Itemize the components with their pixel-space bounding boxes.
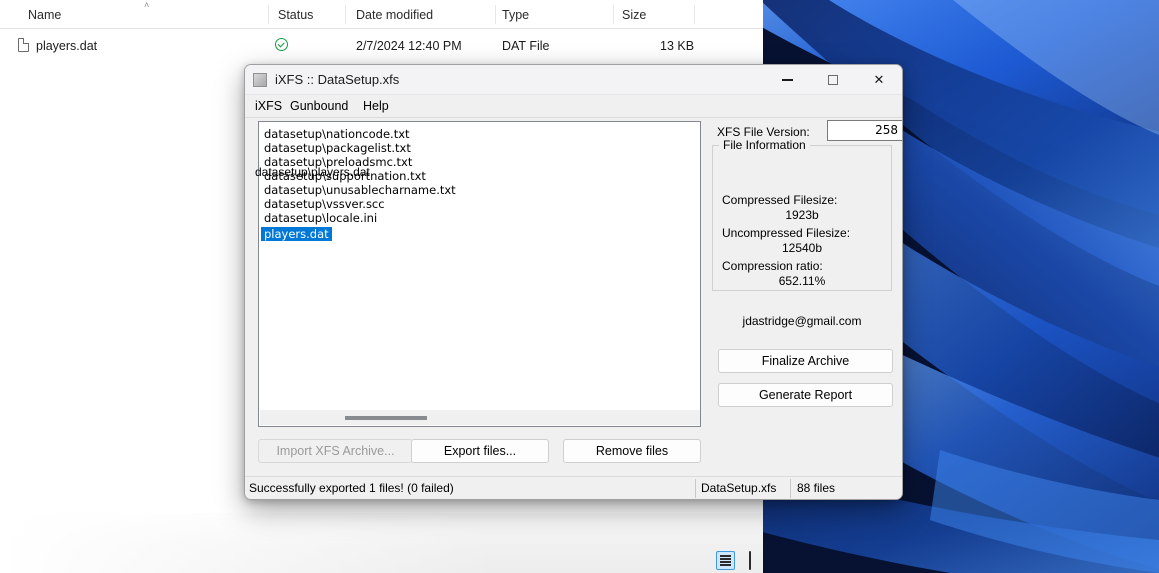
fileinfo-filename: datasetup\players.dat — [255, 165, 370, 179]
column-header-name[interactable]: Name — [28, 8, 61, 22]
finalize-archive-button[interactable]: Finalize Archive — [718, 349, 893, 373]
dialog-menu-bar[interactable]: iXFS Gunbound Help — [245, 95, 902, 118]
menu-item-help[interactable]: Help — [359, 99, 393, 113]
menu-item-gunbound[interactable]: Gunbound — [286, 99, 352, 113]
close-button[interactable]: ✕ — [856, 65, 902, 95]
sort-ascending-icon[interactable]: ˄ — [144, 1, 149, 10]
version-input[interactable]: 258 — [827, 120, 902, 141]
explorer-status-bar — [0, 513, 763, 573]
list-item[interactable]: datasetup\vssver.scc — [261, 197, 700, 211]
column-header-size[interactable]: Size — [622, 8, 646, 22]
status-divider — [790, 479, 791, 498]
large-icons-view-button[interactable] — [740, 550, 759, 570]
export-files-button[interactable]: Export files... — [411, 439, 549, 463]
scrollbar-thumb[interactable] — [345, 416, 427, 420]
dialog-status-bar: Successfully exported 1 files! (0 failed… — [245, 476, 902, 499]
screen: ˄ Name Status Date modified Type Size pl… — [0, 0, 1159, 573]
explorer-column-header: ˄ Name Status Date modified Type Size — [0, 0, 763, 29]
maximize-icon — [828, 75, 838, 85]
fileinfo-label-compressed: Compressed Filesize: — [722, 193, 838, 207]
dialog-title-bar[interactable]: iXFS :: DataSetup.xfs ✕ — [245, 65, 902, 95]
table-row[interactable]: players.dat 2/7/2024 12:40 PM DAT File 1… — [0, 33, 763, 61]
status-divider — [695, 479, 696, 498]
column-header-status[interactable]: Status — [278, 8, 313, 22]
fileinfo-value-uncompressed: 12540b — [781, 241, 823, 255]
cell-date: 2/7/2024 12:40 PM — [356, 39, 462, 53]
fileinfo-value-ratio: 652.11% — [778, 274, 826, 288]
column-divider[interactable] — [613, 5, 614, 24]
cell-name: players.dat — [36, 39, 98, 53]
fileinfo-value-compressed: 1923b — [785, 208, 819, 222]
list-item[interactable]: datasetup\locale.ini — [261, 211, 700, 225]
file-information-legend: File Information — [719, 138, 810, 152]
details-view-icon — [720, 555, 731, 566]
large-icons-view-icon — [748, 550, 751, 570]
cell-type: DAT File — [502, 39, 550, 53]
status-archive-name: DataSetup.xfs — [701, 481, 777, 495]
status-bar-fade — [0, 513, 500, 573]
list-item[interactable]: datasetup\packagelist.txt — [261, 141, 700, 155]
sync-complete-icon — [275, 38, 288, 51]
cell-size: 13 KB — [660, 39, 695, 53]
fileinfo-label-uncompressed: Uncompressed Filesize: — [722, 226, 851, 240]
column-divider[interactable] — [495, 5, 496, 24]
horizontal-scrollbar[interactable] — [260, 410, 700, 425]
file-icon — [18, 38, 29, 52]
minimize-icon — [781, 79, 793, 81]
column-header-date[interactable]: Date modified — [356, 8, 433, 22]
import-xfs-archive-button: Import XFS Archive... — [258, 439, 413, 463]
maximize-button[interactable] — [810, 65, 856, 95]
column-divider[interactable] — [268, 5, 269, 24]
list-item[interactable]: datasetup\unusablecharname.txt — [261, 183, 700, 197]
list-item[interactable]: datasetup\nationcode.txt — [261, 127, 700, 141]
version-label: XFS File Version: — [717, 125, 810, 139]
status-file-count: 88 files — [797, 481, 836, 495]
app-square-icon — [253, 73, 267, 87]
menu-item-ixfs[interactable]: iXFS — [251, 99, 286, 113]
list-item-selected[interactable]: players.dat — [261, 227, 332, 241]
ixfs-dialog-window[interactable]: iXFS :: DataSetup.xfs ✕ iXFS Gunbound He… — [244, 64, 903, 500]
dialog-title: iXFS :: DataSetup.xfs — [275, 72, 400, 87]
fileinfo-label-ratio: Compression ratio: — [722, 259, 823, 273]
remove-files-button[interactable]: Remove files — [563, 439, 701, 463]
details-view-button[interactable] — [716, 551, 735, 570]
column-divider[interactable] — [345, 5, 346, 24]
generate-report-button[interactable]: Generate Report — [718, 383, 893, 407]
column-divider[interactable] — [694, 5, 695, 24]
column-header-type[interactable]: Type — [502, 8, 529, 22]
status-message: Successfully exported 1 files! (0 failed… — [249, 481, 454, 495]
account-email: jdastridge@gmail.com — [742, 314, 862, 328]
minimize-button[interactable] — [764, 65, 810, 95]
